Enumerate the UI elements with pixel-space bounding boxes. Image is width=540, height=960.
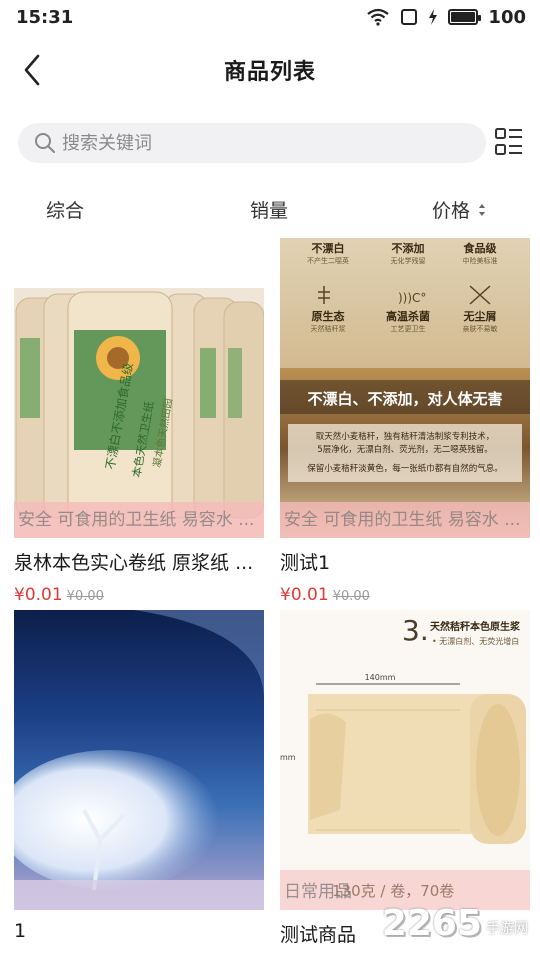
side-dimension-label: mm	[280, 753, 296, 762]
sort-tab-comprehensive[interactable]: 综合	[46, 196, 84, 223]
sort-bar: 综合 销量 价格	[0, 188, 540, 232]
product-name: 泉林本色实心卷纸 原浆纸 ...	[14, 552, 254, 574]
image-body-line: 5层净化，无漂白剂、荧光剂，无二噁英残留。	[317, 444, 492, 455]
product-price: ¥0.01	[280, 585, 329, 605]
battery-fill	[451, 12, 476, 22]
product-original-price: ¥0.00	[332, 589, 370, 604]
sort-tab-sales[interactable]: 销量	[250, 196, 288, 223]
product-image: 不漂白不添加食品级 本色天然卫生纸 凝本色天然田园 安全 可食用的卫生纸 易容水…	[14, 238, 264, 538]
page-title: 商品列表	[223, 60, 316, 85]
product-tag: 安全 可食用的卫生纸 易容水 ...	[14, 502, 264, 538]
sort-tab-label: 销量	[250, 200, 289, 222]
product-price: ¥0.01	[14, 585, 63, 605]
product-prices: ¥0.01 ¥0.00	[14, 585, 264, 605]
feature-sub: 亲肤不易敏	[463, 324, 498, 333]
search-row	[18, 122, 528, 164]
feature-title: 无尘屑	[463, 309, 497, 323]
product-card[interactable]: 1	[14, 610, 264, 942]
watermark-number: 2265	[381, 903, 482, 944]
feature-sub: 无化学残留	[391, 256, 426, 265]
battery-icon	[448, 9, 482, 25]
status-icons: 100	[366, 7, 526, 28]
search-icon	[35, 133, 55, 153]
product-image	[14, 610, 264, 910]
product-card[interactable]: 不漂白 不产生二噁英 不添加 无化学残留 食品级 中险美标准 原生态 天然秸秆浆…	[280, 238, 530, 605]
product-name: 1	[14, 920, 27, 942]
feature-title: 高温杀菌	[386, 309, 430, 323]
search-input[interactable]	[62, 132, 462, 154]
dimension-label: 140mm	[365, 673, 396, 682]
product-prices: ¥0.01 ¥0.00	[280, 585, 530, 605]
site-watermark: 2265 手游网	[382, 903, 528, 944]
product-card[interactable]: 3. 天然秸秆本色原生浆 • 无漂白剂、无荧光增白 140mm mm 130克 …	[280, 610, 530, 947]
image-body-line: 保留小麦秸秆淡黄色，每一张纸巾都有自然的气息。	[307, 463, 503, 474]
sort-arrows-icon	[479, 203, 486, 216]
feature-sub: 工艺更卫生	[391, 324, 426, 333]
status-time: 15:31	[16, 6, 74, 28]
feature-sub: 天然秸秆浆	[311, 324, 346, 333]
svg-text:)))C°: )))C°	[398, 291, 426, 305]
image-headline: 不漂白、不添加，对人体无害	[307, 390, 502, 408]
notification-square-icon	[401, 9, 418, 25]
image-body-line: 取天然小麦秸秆，独有秸秆清洁制浆专利技术，	[316, 431, 495, 442]
feature-title: 不添加	[392, 241, 425, 255]
search-box[interactable]	[18, 123, 486, 163]
step-number: 3.	[402, 614, 429, 647]
battery-level: 100	[488, 6, 526, 28]
feature-sub: 不产生二噁英	[307, 256, 349, 265]
charging-bolt-icon	[429, 9, 438, 25]
wifi-icon	[367, 8, 390, 26]
product-image: 3. 天然秸秆本色原生浆 • 无漂白剂、无荧光增白 140mm mm 130克 …	[280, 610, 530, 910]
product-name: 测试1	[280, 552, 331, 574]
back-button[interactable]	[14, 50, 50, 90]
feature-title: 原生态	[312, 309, 345, 323]
feature-title: 不漂白	[312, 241, 345, 255]
list-layout-icon	[495, 128, 522, 155]
product-tag: 日常用品	[284, 882, 352, 902]
sort-tab-label: 价格	[432, 200, 471, 222]
layout-toggle-button[interactable]	[494, 126, 524, 158]
product-tag: 安全 可食用的卫生纸 易容水 ...	[280, 502, 530, 538]
product-card[interactable]: 不漂白不添加食品级 本色天然卫生纸 凝本色天然田园 安全 可食用的卫生纸 易容水…	[14, 238, 264, 605]
image-subheading: • 无漂白剂、无荧光增白	[432, 636, 519, 646]
image-heading: 天然秸秆本色原生浆	[430, 620, 521, 633]
feature-sub: 中险美标准	[463, 256, 498, 265]
watermark-suffix: 手游网	[486, 921, 528, 937]
nav-bar: 商品列表	[0, 40, 540, 100]
chevron-left-icon	[24, 54, 40, 86]
sort-tab-price[interactable]: 价格	[432, 196, 486, 223]
status-bar: 15:31 100	[0, 0, 540, 34]
product-image: 不漂白 不产生二噁英 不添加 无化学残留 食品级 中险美标准 原生态 天然秸秆浆…	[280, 238, 530, 538]
feature-title: 食品级	[464, 241, 498, 255]
product-original-price: ¥0.00	[66, 589, 104, 604]
sort-tab-label: 综合	[46, 200, 85, 222]
